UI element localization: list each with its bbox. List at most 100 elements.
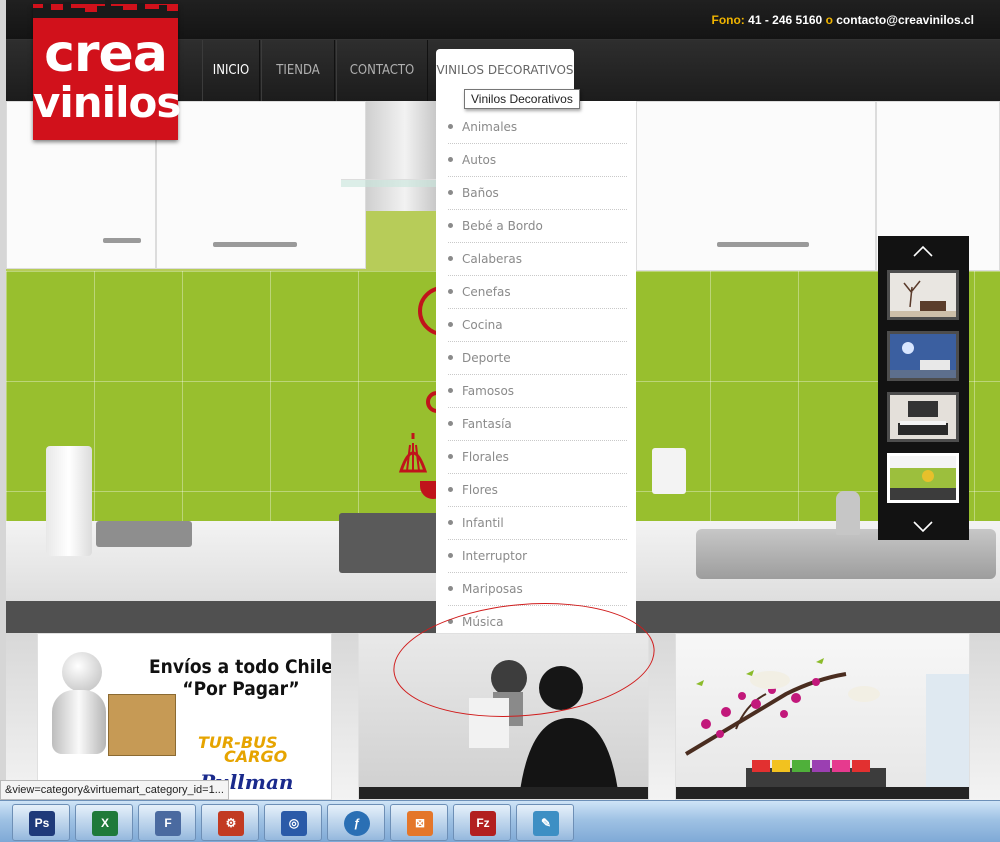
taskbar-flash-player[interactable]: ƒ xyxy=(327,804,385,841)
menu-item-famosos[interactable]: Famosos xyxy=(448,375,627,408)
settings-gears-icon: ⚙ xyxy=(218,811,244,836)
cabinet-handle xyxy=(717,242,809,247)
menu-item-flores[interactable]: Flores xyxy=(448,474,627,507)
bullet-icon xyxy=(448,553,453,558)
wall-decal-whisk xyxy=(398,433,428,473)
menu-item-cenefas[interactable]: Cenefas xyxy=(448,276,627,309)
windows-taskbar: Ps X F ⚙ ◎ ƒ ⊠ Fz ✎ xyxy=(0,800,1000,842)
taskbar-photoshop[interactable]: Ps xyxy=(12,804,70,841)
menu-item-label: Famosos xyxy=(462,384,515,398)
taskbar-flash-builder[interactable]: F xyxy=(138,804,196,841)
kitchen-scale xyxy=(96,521,192,547)
menu-item-label: Autos xyxy=(462,153,497,167)
menu-item-label: Baños xyxy=(462,186,499,200)
hand-truck-boxes xyxy=(108,694,176,756)
bullet-icon xyxy=(448,157,453,162)
taskbar-xampp[interactable]: ⊠ xyxy=(390,804,448,841)
menu-item-label: Calaberas xyxy=(462,252,522,266)
logo-text-vinilos: vinilos xyxy=(33,78,181,127)
chevron-down-icon[interactable] xyxy=(908,514,938,538)
menu-item-label: Interruptor xyxy=(462,549,528,563)
bullet-icon xyxy=(448,520,453,525)
menu-item-mariposas[interactable]: Mariposas xyxy=(448,573,627,606)
thumb-image-blue-room xyxy=(890,334,956,378)
nav-inicio[interactable]: INICIO xyxy=(202,40,260,101)
menu-item-label: Flores xyxy=(462,483,498,497)
menu-item-label: Cenefas xyxy=(462,285,511,299)
menu-item-bebe-a-bordo[interactable]: Bebé a Bordo xyxy=(448,210,627,243)
menu-item-banos[interactable]: Baños xyxy=(448,177,627,210)
thumbnail-slider xyxy=(878,236,969,540)
skyline-icon xyxy=(33,0,178,18)
decor-banner[interactable] xyxy=(675,633,970,800)
gas-hob xyxy=(339,513,449,573)
shipping-line-2: “Por Pagar” xyxy=(182,678,300,700)
bullet-icon xyxy=(448,388,453,393)
menu-item-cocina[interactable]: Cocina xyxy=(448,309,627,342)
flash-builder-icon: F xyxy=(155,811,181,836)
thumb-image-kitchen xyxy=(890,456,956,500)
menu-item-label: Deporte xyxy=(462,351,511,365)
bullet-icon xyxy=(448,454,453,459)
menu-item-label: Infantil xyxy=(462,516,504,530)
filezilla-icon: Fz xyxy=(470,811,496,836)
menu-item-label: Bebé a Bordo xyxy=(462,219,543,233)
3d-figure-body xyxy=(52,690,106,754)
slider-thumb-1[interactable] xyxy=(887,270,959,320)
faucet xyxy=(836,491,860,535)
menu-item-interruptor[interactable]: Interruptor xyxy=(448,540,627,573)
banner-footer-strip xyxy=(359,787,648,799)
chevron-up-icon[interactable] xyxy=(908,240,938,264)
phone-number: 41 - 246 5160 xyxy=(748,13,823,27)
menu-item-deporte[interactable]: Deporte xyxy=(448,342,627,375)
slider-thumb-3[interactable] xyxy=(887,392,959,442)
notepad-icon: ✎ xyxy=(533,811,559,836)
contact-separator: o xyxy=(825,13,833,27)
cabinet-handle xyxy=(103,238,141,243)
turbus-cargo-logo: TUR-BUS CARGO xyxy=(198,735,288,766)
menu-item-animales[interactable]: Animales xyxy=(448,111,627,144)
bullet-icon xyxy=(448,124,453,129)
menu-item-label: Animales xyxy=(462,120,518,134)
nav-tienda[interactable]: TIENDA xyxy=(261,40,335,101)
bullet-icon xyxy=(448,223,453,228)
thumb-image-tree-room xyxy=(890,273,956,317)
menu-item-infantil[interactable]: Infantil xyxy=(448,507,627,540)
browser-status-url: &view=category&virtuemart_category_id=1.… xyxy=(0,780,229,800)
cabinet-handle xyxy=(213,242,297,247)
menu-item-florales[interactable]: Florales xyxy=(448,441,627,474)
photoshop-icon: Ps xyxy=(29,811,55,836)
menu-item-label: Cocina xyxy=(462,318,503,332)
turbus-line-2: CARGO xyxy=(224,747,288,766)
logo-text-crea: crea xyxy=(44,24,168,84)
phone-label: Fono: xyxy=(711,13,745,27)
taskbar-dreamweaver[interactable]: ◎ xyxy=(264,804,322,841)
bullet-icon xyxy=(448,355,453,360)
banner-footer-strip xyxy=(676,787,969,799)
bullet-icon xyxy=(448,190,453,195)
taskbar-settings[interactable]: ⚙ xyxy=(201,804,259,841)
menu-item-fantasia[interactable]: Fantasía xyxy=(448,408,627,441)
range-hood xyxy=(366,101,444,211)
menu-item-label: Florales xyxy=(462,450,509,464)
menu-item-autos[interactable]: Autos xyxy=(448,144,627,177)
shipping-line-1: Envíos a todo Chile xyxy=(148,656,332,678)
menu-item-calaberas[interactable]: Calaberas xyxy=(448,243,627,276)
menu-item-label: Mariposas xyxy=(462,582,523,596)
email-link[interactable]: contacto@creavinilos.cl xyxy=(836,13,974,27)
taskbar-filezilla[interactable]: Fz xyxy=(453,804,511,841)
shipping-banner[interactable]: Envíos a todo Chile “Por Pagar” TUR-BUS … xyxy=(37,633,332,800)
slider-thumb-4[interactable] xyxy=(887,453,959,503)
vinilos-dropdown-menu: Animales Autos Baños Bebé a Bordo Calabe… xyxy=(436,101,636,633)
bullet-icon xyxy=(448,586,453,591)
slider-thumb-2[interactable] xyxy=(887,331,959,381)
taskbar-excel[interactable]: X xyxy=(75,804,133,841)
3d-figure-head xyxy=(62,652,102,692)
nav-contacto[interactable]: CONTACTO xyxy=(336,40,428,101)
contact-info: Fono: 41 - 246 5160 o contacto@creavinil… xyxy=(711,13,974,27)
wall-outlet xyxy=(652,448,686,494)
taskbar-notepad[interactable]: ✎ xyxy=(516,804,574,841)
site-logo[interactable]: crea vinilos xyxy=(33,0,181,140)
upper-cabinet-right xyxy=(636,101,876,271)
xampp-icon: ⊠ xyxy=(407,811,433,836)
